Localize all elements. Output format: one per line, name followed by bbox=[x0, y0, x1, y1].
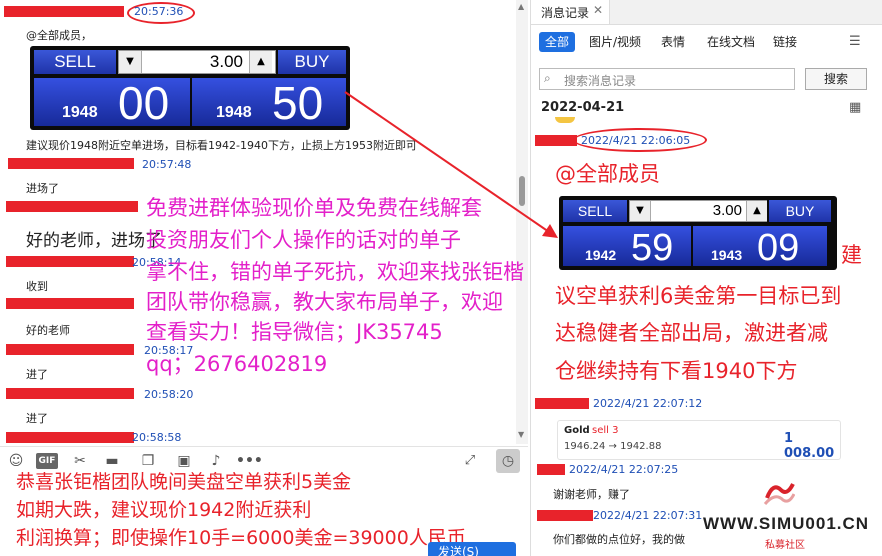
annotation-arrow bbox=[344, 91, 558, 238]
